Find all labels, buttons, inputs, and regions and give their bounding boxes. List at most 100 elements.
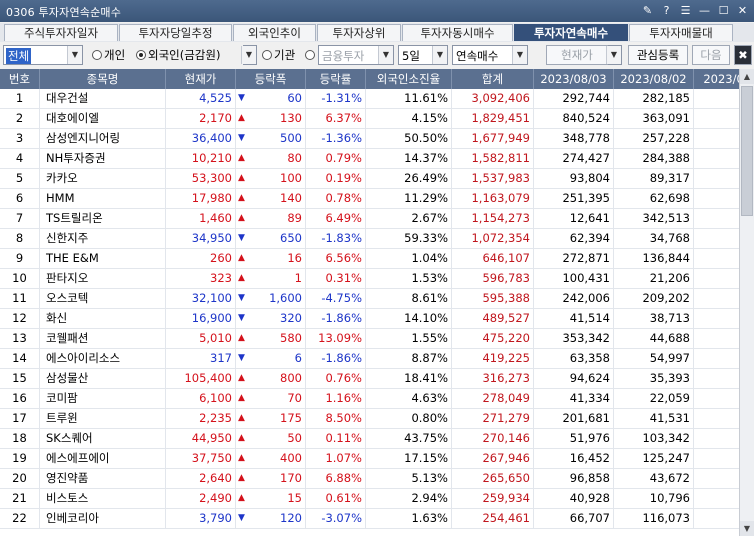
- pin-icon[interactable]: ✎: [640, 3, 655, 18]
- tab-6[interactable]: 투자자연속매수: [514, 24, 628, 41]
- table-row[interactable]: 15 삼성물산 105,400 ▲ 800 0.76% 18.41% 316,273 94,62…: [0, 369, 739, 389]
- arrow-up-icon: ▲: [238, 273, 245, 283]
- table-row[interactable]: 18 SK스퀘어 44,950 ▲ 50 0.11% 43.75% 270,146 51,976…: [0, 429, 739, 449]
- tab-4[interactable]: 투자자상위: [317, 24, 401, 41]
- tab-1[interactable]: 주식투자자일자: [4, 24, 118, 41]
- table-row[interactable]: 2 대호에이엘 2,170 ▲ 130 6.37% 4.15% 1,829,451 840,52…: [0, 109, 739, 129]
- price-change-value: 15: [287, 491, 302, 505]
- column-header-col-price[interactable]: 현재가: [166, 69, 236, 89]
- table-row[interactable]: 9 THE E&M 260 ▲ 16 6.56% 1.04% 646,107 272,871 13…: [0, 249, 739, 269]
- table-row[interactable]: 5 카카오 53,300 ▲ 100 0.19% 26.49% 1,537,983 93,804…: [0, 169, 739, 189]
- vertical-scrollbar[interactable]: ▲ ▼: [739, 69, 754, 536]
- data-grid: 번호 종목명 현재가 등락폭 등락률 외국인소진율 합계 2023/08/03 2023/08/…: [0, 69, 739, 536]
- arrow-up-icon: ▲: [238, 193, 245, 203]
- tab-3[interactable]: 외국인추이: [233, 24, 316, 41]
- change-rate: -4.75%: [306, 289, 366, 309]
- column-header-col-name[interactable]: 종목명: [40, 69, 166, 89]
- next-button[interactable]: 다음: [692, 45, 730, 65]
- trade-type-select[interactable]: 연속매수 ▼: [452, 45, 528, 65]
- price-change: ▲ 80: [236, 149, 306, 169]
- price-change-value: 800: [280, 371, 302, 385]
- column-header-col-date-2[interactable]: 2023/08/02: [614, 69, 694, 89]
- market-select[interactable]: 전체 ▼: [3, 45, 83, 65]
- scroll-thumb[interactable]: [741, 86, 753, 216]
- total-volume: 1,829,451: [452, 109, 534, 129]
- arrow-down-icon: ▼: [238, 93, 245, 103]
- excel-export-button[interactable]: ✖: [734, 45, 752, 65]
- volume-day-2: 342,513: [614, 209, 694, 229]
- tab-7[interactable]: 투자자매물대: [629, 24, 733, 41]
- volume-day-2: 257,228: [614, 129, 694, 149]
- radio-individual[interactable]: 개인: [92, 45, 125, 65]
- arrow-up-icon: ▲: [238, 113, 245, 123]
- price-change-value: 6: [294, 351, 302, 365]
- table-row[interactable]: 19 에스에프에이 37,750 ▲ 400 1.07% 17.15% 267,946 16,4…: [0, 449, 739, 469]
- arrow-up-icon: ▲: [238, 213, 245, 223]
- column-header-col-total[interactable]: 합계: [452, 69, 534, 89]
- foreign-exhaust-rate: 4.63%: [366, 389, 452, 409]
- current-price: 1,460: [166, 209, 236, 229]
- total-volume: 271,279: [452, 409, 534, 429]
- volume-day-3: 1,22: [694, 169, 739, 189]
- volume-day-2: 41,531: [614, 409, 694, 429]
- table-row[interactable]: 3 삼성엔지니어링 36,400 ▼ 500 -1.36% 50.50% 1,677,949 3…: [0, 129, 739, 149]
- maximize-icon[interactable]: ☐: [716, 3, 731, 18]
- arrow-up-icon: ▲: [238, 433, 245, 443]
- table-row[interactable]: 22 인베코리아 3,790 ▼ 120 -3.07% 1.63% 254,461 66,707…: [0, 509, 739, 529]
- volume-day-1: 274,427: [534, 149, 614, 169]
- table-row[interactable]: 17 트루윈 2,235 ▲ 175 8.50% 0.80% 271,279 201,681 41…: [0, 409, 739, 429]
- period-select[interactable]: 5일 ▼: [398, 45, 448, 65]
- column-header-col-date-3[interactable]: 2023/08/01: [694, 69, 739, 89]
- price-select[interactable]: ▼: [606, 45, 622, 65]
- table-row[interactable]: 6 HMM 17,980 ▲ 140 0.78% 11.29% 1,163,079 251,39…: [0, 189, 739, 209]
- table-row[interactable]: 14 에스아이리소스 317 ▼ 6 -1.86% 8.87% 419,225 63,358 54…: [0, 349, 739, 369]
- table-row[interactable]: 11 오스코텍 32,100 ▼ 1,600 -4.75% 8.61% 595,388 242,…: [0, 289, 739, 309]
- change-rate: 13.09%: [306, 329, 366, 349]
- radio-institution-type[interactable]: [305, 45, 317, 65]
- radio-institution[interactable]: 기관: [262, 45, 295, 65]
- price-change-value: 500: [280, 131, 302, 145]
- chevron-down-icon: ▼: [241, 46, 256, 64]
- table-row[interactable]: 13 코웰패션 5,010 ▲ 580 13.09% 1.55% 475,220 353,342…: [0, 329, 739, 349]
- tab-2[interactable]: 투자자당일추정: [119, 24, 232, 41]
- close-icon[interactable]: ✕: [735, 3, 750, 18]
- scroll-down-icon[interactable]: ▼: [740, 521, 754, 536]
- watch-register-button[interactable]: 관심등록: [628, 45, 688, 65]
- table-row[interactable]: 4 NH투자증권 10,210 ▲ 80 0.79% 14.37% 1,582,811 274,…: [0, 149, 739, 169]
- foreign-exhaust-rate: 4.15%: [366, 109, 452, 129]
- column-header-col-rate[interactable]: 등락률: [306, 69, 366, 89]
- column-header-col-exhaust[interactable]: 외국인소진율: [366, 69, 452, 89]
- volume-day-2: 89,317: [614, 169, 694, 189]
- radio-foreign[interactable]: 외국인(금감원): [136, 45, 220, 65]
- volume-day-1: 96,858: [534, 469, 614, 489]
- price-change: ▲ 1: [236, 269, 306, 289]
- column-header-col-date-1[interactable]: 2023/08/03: [534, 69, 614, 89]
- stock-name: 트루윈: [40, 409, 166, 429]
- minimize-icon[interactable]: —: [697, 3, 712, 18]
- tab-5[interactable]: 투자자동시매수: [402, 24, 513, 41]
- menu-icon[interactable]: ☰: [678, 3, 693, 18]
- price-button[interactable]: 현재가: [546, 45, 608, 65]
- volume-day-2: 103,342: [614, 429, 694, 449]
- price-change: ▼ 320: [236, 309, 306, 329]
- table-row[interactable]: 10 판타지오 323 ▲ 1 0.31% 1.53% 596,783 100,431 21,20…: [0, 269, 739, 289]
- current-price: 4,525: [166, 89, 236, 109]
- column-header-col-no[interactable]: 번호: [0, 69, 40, 89]
- table-row[interactable]: 12 화신 16,900 ▼ 320 -1.86% 14.10% 489,527 41,514 3…: [0, 309, 739, 329]
- foreign-select[interactable]: ▼: [241, 45, 257, 65]
- table-row[interactable]: 21 비스토스 2,490 ▲ 15 0.61% 2.94% 259,934 40,928 10,…: [0, 489, 739, 509]
- volume-day-1: 40,928: [534, 489, 614, 509]
- table-row[interactable]: 8 신한지주 34,950 ▼ 650 -1.83% 59.33% 1,072,354 62,3…: [0, 229, 739, 249]
- table-row[interactable]: 1 대우건설 4,525 ▼ 60 -1.31% 11.61% 3,092,406 292,74…: [0, 89, 739, 109]
- volume-day-3: 27: [694, 269, 739, 289]
- price-change: ▼ 120: [236, 509, 306, 529]
- table-row[interactable]: 16 코미팜 6,100 ▲ 70 1.16% 4.63% 278,049 41,334 22,0…: [0, 389, 739, 409]
- scroll-up-icon[interactable]: ▲: [740, 69, 754, 84]
- table-row[interactable]: 7 TS트릴리온 1,460 ▲ 89 6.49% 2.67% 1,154,273 12,641…: [0, 209, 739, 229]
- foreign-exhaust-rate: 18.41%: [366, 369, 452, 389]
- change-rate: 0.78%: [306, 189, 366, 209]
- column-header-col-change[interactable]: 등락폭: [236, 69, 306, 89]
- institution-type-select[interactable]: 금융투자 ▼: [318, 45, 394, 65]
- table-row[interactable]: 20 영진약품 2,640 ▲ 170 6.88% 5.13% 265,650 96,858 43…: [0, 469, 739, 489]
- help-icon[interactable]: ?: [659, 3, 674, 18]
